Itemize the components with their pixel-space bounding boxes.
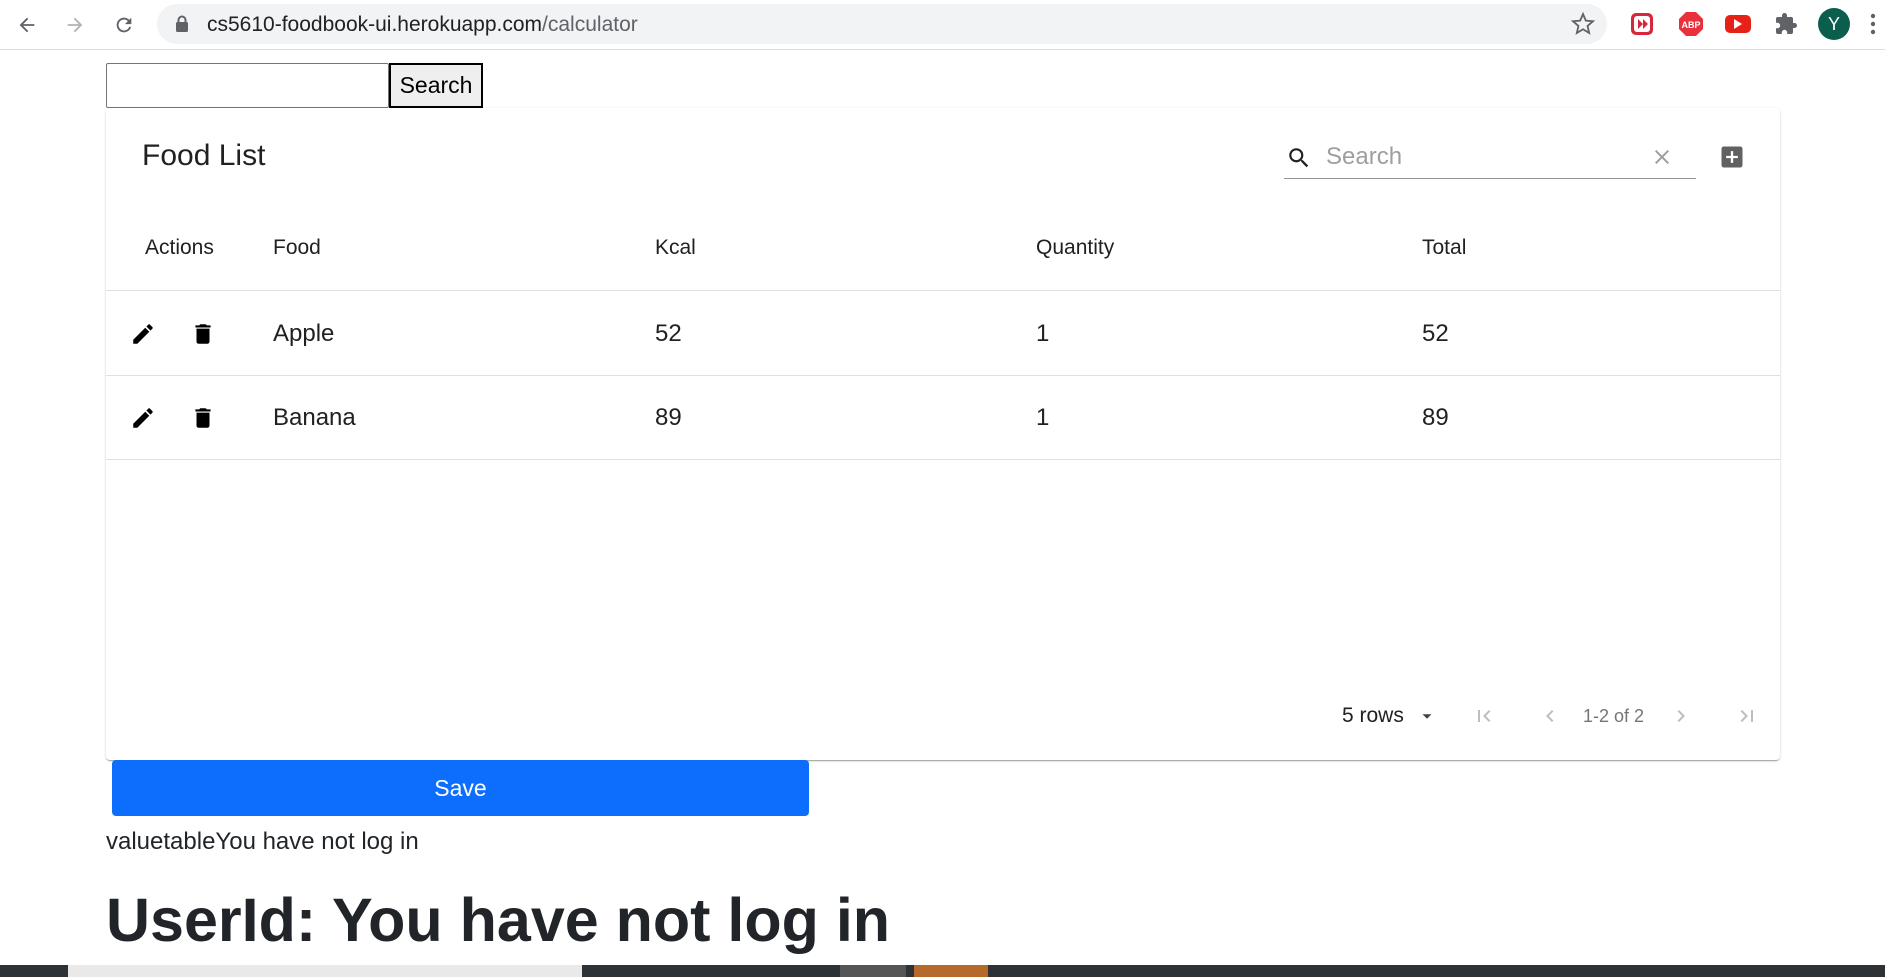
dropdown-arrow-icon xyxy=(1422,714,1432,719)
arrow-back-icon xyxy=(19,17,35,33)
taskbar-item[interactable] xyxy=(914,965,988,977)
total-cell: 89 xyxy=(1422,404,1449,431)
column-header-kcal[interactable]: Kcal xyxy=(655,236,696,260)
previous-page-icon[interactable] xyxy=(1538,704,1562,733)
next-page-icon[interactable] xyxy=(1669,704,1693,733)
column-header-total[interactable]: Total xyxy=(1422,236,1466,260)
profile-avatar[interactable]: Y xyxy=(1818,8,1850,40)
reload-icon xyxy=(116,17,132,33)
taskbar-item[interactable] xyxy=(68,965,582,977)
quantity-cell: 1 xyxy=(1036,404,1050,431)
page-info: 1-2 of 2 xyxy=(1583,706,1645,726)
back-button[interactable] xyxy=(12,10,42,40)
delete-icon[interactable] xyxy=(190,321,216,347)
url-host: cs5610-foodbook-ui.herokuapp.com xyxy=(207,13,543,36)
kcal-cell: 89 xyxy=(655,404,682,431)
table-title: Food List xyxy=(142,139,266,172)
os-taskbar xyxy=(0,965,1885,977)
status-text: valuetableYou have not log in xyxy=(106,828,419,855)
column-header-actions: Actions xyxy=(145,236,214,259)
browser-menu-icon[interactable] xyxy=(1870,12,1876,41)
video-speed-extension-icon[interactable] xyxy=(1628,10,1656,38)
save-button[interactable]: Save xyxy=(112,760,809,816)
first-page-icon[interactable] xyxy=(1472,704,1496,733)
search-icon xyxy=(1286,145,1312,176)
table-row: Apple 52 1 52 xyxy=(106,291,1780,376)
food-table-card: Food List Search Actions Food Kcal Quant… xyxy=(106,108,1780,760)
add-box-icon xyxy=(1721,146,1743,168)
address-bar[interactable]: cs5610-foodbook-ui.herokuapp.com/calcula… xyxy=(157,4,1607,44)
food-cell: Apple xyxy=(273,320,335,347)
forward-button[interactable] xyxy=(60,10,90,40)
table-row: Banana 89 1 89 xyxy=(106,375,1780,460)
column-header-food[interactable]: Food xyxy=(273,236,321,260)
clear-search-icon[interactable] xyxy=(1650,145,1674,174)
youtube-extension-icon[interactable] xyxy=(1724,10,1752,38)
quantity-cell: 1 xyxy=(1036,320,1050,347)
edit-icon[interactable] xyxy=(130,405,156,431)
extensions-puzzle-icon[interactable] xyxy=(1772,10,1800,38)
add-row-button[interactable] xyxy=(1718,143,1746,171)
total-cell: 52 xyxy=(1422,320,1449,347)
kcal-cell: 52 xyxy=(655,320,682,347)
taskbar-item[interactable] xyxy=(840,965,906,977)
url-path: /calculator xyxy=(542,13,638,36)
delete-icon[interactable] xyxy=(190,405,216,431)
rows-per-page-label: 5 rows xyxy=(1342,704,1404,727)
reload-button[interactable] xyxy=(109,10,139,40)
arrow-forward-icon xyxy=(67,17,83,33)
top-search-button[interactable]: Search xyxy=(389,63,483,108)
adblock-label: ABP xyxy=(1681,20,1700,30)
last-page-icon[interactable] xyxy=(1735,704,1759,733)
edit-icon[interactable] xyxy=(130,321,156,347)
column-header-quantity[interactable]: Quantity xyxy=(1036,236,1114,260)
food-cell: Banana xyxy=(273,404,356,431)
top-search-input[interactable] xyxy=(106,63,389,108)
adblock-plus-icon[interactable]: ABP xyxy=(1677,10,1705,38)
lock-icon xyxy=(175,15,189,38)
userid-heading: UserId: You have not log in xyxy=(106,886,891,954)
url-text: cs5610-foodbook-ui.herokuapp.com/calcula… xyxy=(207,13,638,37)
table-search-placeholder: Search xyxy=(1326,143,1403,170)
bookmark-star-icon[interactable] xyxy=(1570,11,1596,41)
browser-toolbar: cs5610-foodbook-ui.herokuapp.com/calcula… xyxy=(0,0,1885,50)
table-search-field[interactable]: Search xyxy=(1284,136,1696,179)
rows-per-page-select[interactable]: 5 rows xyxy=(1342,704,1436,728)
